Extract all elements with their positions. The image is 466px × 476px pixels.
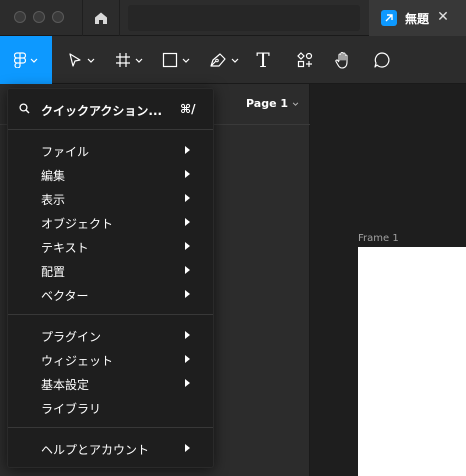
menu-item-vector[interactable]: ベクター	[8, 282, 213, 306]
window-close-button[interactable]	[14, 11, 26, 23]
submenu-arrow-icon	[185, 170, 190, 178]
menu-item-label: 編集	[41, 169, 66, 183]
chevron-down-icon	[231, 58, 239, 63]
submenu-arrow-icon	[185, 355, 190, 363]
main-menu-button[interactable]	[0, 36, 52, 84]
chevron-down-icon	[182, 58, 190, 63]
submenu-arrow-icon	[185, 290, 190, 298]
frame[interactable]	[358, 247, 466, 476]
window-zoom-button[interactable]	[52, 11, 64, 23]
divider	[119, 0, 120, 36]
submenu-arrow-icon	[185, 146, 190, 154]
hand-icon	[335, 51, 348, 69]
divider	[82, 0, 83, 36]
submenu-arrow-icon	[185, 379, 190, 387]
menu-item-label: ウィジェット	[41, 354, 114, 368]
close-tab-button[interactable]: ✕	[435, 9, 451, 25]
menu-item-label: ライブラリ	[41, 402, 102, 416]
menu-item-label: ベクター	[41, 289, 89, 303]
frame-label[interactable]: Frame 1	[358, 233, 399, 244]
menu-item-widgets[interactable]: ウィジェット	[8, 347, 213, 371]
pen-tool-button[interactable]	[204, 36, 244, 84]
page-selector[interactable]: Page 1	[246, 97, 299, 110]
menu-item-label: オブジェクト	[41, 217, 114, 231]
menu-item-label: 配置	[41, 265, 66, 279]
resources-icon	[297, 52, 313, 68]
menu-item-label: 表示	[41, 193, 66, 207]
chevron-down-icon	[30, 58, 38, 63]
move-cursor-icon	[69, 53, 81, 67]
search-icon	[19, 103, 30, 114]
main-menu-dropdown: クイックアクション... ⌘/ ファイル 編集 表示 オブジェクト テキスト 配…	[7, 88, 214, 468]
chevron-down-icon	[87, 58, 95, 63]
submenu-arrow-icon	[185, 331, 190, 339]
text-tool-button[interactable]: T	[252, 36, 274, 84]
menu-item-label: ヘルプとアカウント	[41, 443, 150, 457]
menu-item-edit[interactable]: 編集	[8, 162, 213, 186]
menu-item-label: プラグイン	[41, 330, 102, 344]
quick-actions-item[interactable]: クイックアクション... ⌘/	[8, 97, 213, 121]
pen-icon	[210, 53, 226, 67]
submenu-arrow-icon	[185, 194, 190, 202]
resources-button[interactable]	[294, 36, 316, 84]
menu-item-object[interactable]: オブジェクト	[8, 210, 213, 234]
menu-item-label: テキスト	[41, 241, 89, 255]
home-icon	[95, 12, 107, 24]
menu-item-text[interactable]: テキスト	[8, 234, 213, 258]
title-bar: 無題 ✕	[0, 0, 466, 36]
figma-logo-icon	[14, 52, 26, 68]
menu-item-help-account[interactable]: ヘルプとアカウント	[8, 436, 213, 460]
menu-divider	[8, 314, 213, 315]
submenu-arrow-icon	[185, 218, 190, 226]
submenu-arrow-icon	[185, 242, 190, 250]
menu-divider	[8, 427, 213, 428]
menu-item-label: 基本設定	[41, 378, 90, 392]
quick-actions-shortcut: ⌘/	[180, 102, 196, 116]
menu-item-view[interactable]: 表示	[8, 186, 213, 210]
submenu-arrow-icon	[185, 266, 190, 274]
menu-item-plugins[interactable]: プラグイン	[8, 323, 213, 347]
shape-tool-button[interactable]	[156, 36, 196, 84]
rectangle-icon	[162, 52, 178, 68]
menu-item-libraries[interactable]: ライブラリ	[8, 395, 213, 419]
hand-tool-button[interactable]	[332, 36, 354, 84]
window-minimize-button[interactable]	[33, 11, 45, 23]
submenu-arrow-icon	[185, 444, 190, 452]
home-button[interactable]	[84, 0, 118, 36]
design-file-icon	[381, 10, 397, 26]
frame-tool-button[interactable]	[110, 36, 148, 84]
tab-strip	[128, 5, 360, 31]
frame-icon	[116, 53, 130, 67]
menu-divider	[8, 129, 213, 130]
chevron-down-icon	[292, 101, 299, 106]
menu-item-label: ファイル	[41, 145, 90, 159]
file-tab[interactable]: 無題 ✕	[369, 0, 466, 36]
move-tool-button[interactable]	[62, 36, 100, 84]
menu-item-preferences[interactable]: 基本設定	[8, 371, 213, 395]
page-selector-label: Page 1	[246, 97, 289, 110]
menu-item-arrange[interactable]: 配置	[8, 258, 213, 282]
comment-tool-button[interactable]	[371, 36, 393, 84]
file-tab-title: 無題	[405, 11, 430, 26]
toolbar: T	[0, 36, 466, 84]
comment-icon	[374, 52, 390, 68]
quick-actions-label: クイックアクション...	[41, 104, 163, 118]
menu-item-file[interactable]: ファイル	[8, 138, 213, 162]
chevron-down-icon	[135, 58, 143, 63]
